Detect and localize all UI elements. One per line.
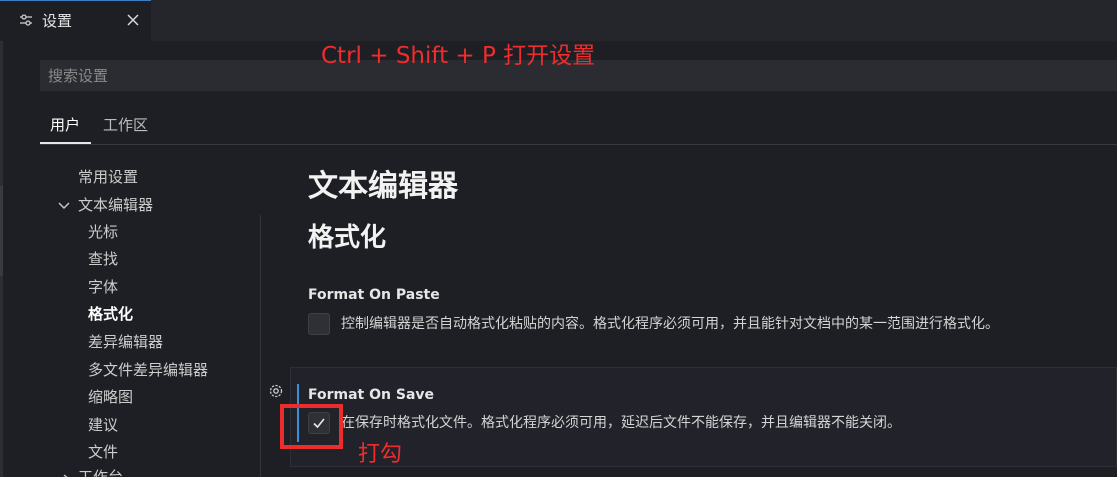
tree-item-suggestions[interactable]: 建议 bbox=[88, 415, 118, 435]
chevron-down-icon[interactable] bbox=[57, 198, 71, 212]
close-icon[interactable] bbox=[124, 11, 142, 29]
annotation-check-hint: 打勾 bbox=[358, 442, 403, 467]
settings-sliders-icon bbox=[18, 12, 34, 28]
tab-bar: 设置 bbox=[0, 0, 1117, 41]
tree-item-common[interactable]: 常用设置 bbox=[78, 167, 138, 187]
setting-desc-format-on-paste: 控制编辑器是否自动格式化粘贴的内容。格式化程序必须可用，并且能针对文档中的某一范… bbox=[341, 316, 999, 332]
chevron-right-icon[interactable] bbox=[60, 470, 72, 477]
tree-item-font[interactable]: 字体 bbox=[88, 277, 118, 297]
tree-item-diff-editor[interactable]: 差异编辑器 bbox=[88, 332, 163, 352]
format-on-paste-checkbox[interactable] bbox=[308, 313, 330, 335]
scrollbar-thumb[interactable] bbox=[0, 186, 3, 276]
tab-label: 设置 bbox=[42, 12, 73, 30]
tree-separator bbox=[260, 215, 261, 477]
tree-item-files[interactable]: 文件 bbox=[88, 442, 118, 462]
tree-item-text-editor[interactable]: 文本编辑器 bbox=[78, 195, 153, 215]
gear-icon[interactable] bbox=[267, 382, 285, 400]
tree-item-cursor[interactable]: 光标 bbox=[88, 222, 118, 242]
setting-title-format-on-paste: Format On Paste bbox=[308, 287, 440, 303]
tab-workspace[interactable]: 工作区 bbox=[103, 115, 148, 135]
tab-settings[interactable]: 设置 bbox=[0, 0, 151, 41]
setting-desc-format-on-save: 在保存时格式化文件。格式化程序必须可用，延迟后文件不能保存，并且编辑器不能关闭。 bbox=[341, 415, 901, 431]
tree-item-multi-diff-editor[interactable]: 多文件差异编辑器 bbox=[88, 360, 208, 380]
tree-item-formatting[interactable]: 格式化 bbox=[88, 304, 133, 324]
annotation-shortcut: Ctrl + Shift + P 打开设置 bbox=[321, 43, 596, 69]
tree-item-workbench[interactable]: 工作台 bbox=[78, 467, 123, 477]
tree-item-find[interactable]: 查找 bbox=[88, 249, 118, 269]
divider bbox=[40, 144, 1117, 145]
tab-user[interactable]: 用户 bbox=[50, 115, 80, 135]
setting-title-format-on-save: Format On Save bbox=[308, 387, 435, 403]
tree-item-minimap[interactable]: 缩略图 bbox=[88, 387, 133, 407]
section-heading: 文本编辑器 bbox=[308, 169, 458, 204]
section-subheading: 格式化 bbox=[308, 223, 387, 253]
annotation-highlight-box bbox=[280, 404, 343, 449]
